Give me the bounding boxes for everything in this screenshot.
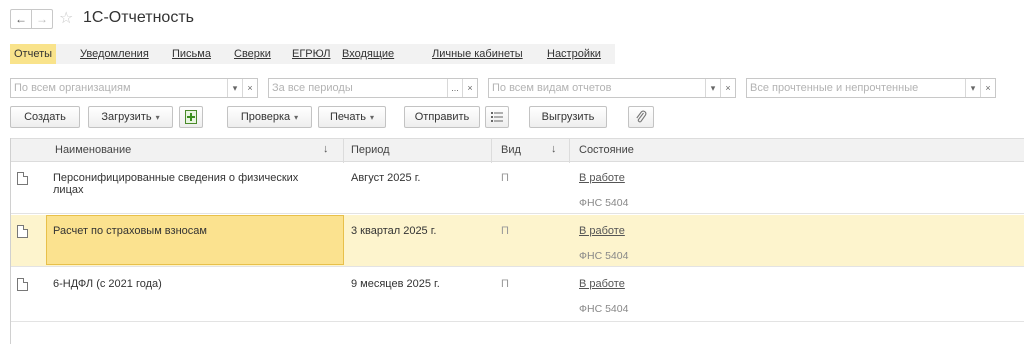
period-filter-placeholder: За все периоды [272,82,353,94]
selected-cell-highlight [46,215,344,265]
organization-clear-icon[interactable]: × [242,79,257,97]
read-state-dropdown-icon[interactable]: ▾ [965,79,980,97]
table-row-selected[interactable]: Расчет по страховым взносам 3 квартал 20… [11,215,1024,267]
organization-filter[interactable]: По всем организациям ▾ × [10,78,258,98]
back-button[interactable]: ← [10,9,32,29]
report-recipient: ФНС 5404 [579,303,629,315]
period-filter[interactable]: За все периоды ... × [268,78,478,98]
column-header-state[interactable]: Состояние [579,144,634,156]
report-state-link[interactable]: В работе [579,225,625,237]
print-button-label: Печать [329,111,367,123]
report-name-line2: лицах [53,184,84,196]
tab-personal-accounts[interactable]: Личные кабинеты [432,44,523,64]
create-button[interactable]: Создать [10,106,80,128]
column-header-kind[interactable]: Вид [501,144,521,156]
title-bar: ← → ☆ 1С-Отчетность [0,0,1024,36]
report-type-filter-placeholder: По всем видам отчетов [492,82,612,94]
page-title: 1С-Отчетность [83,9,194,26]
attach-button[interactable] [628,106,654,128]
read-state-clear-icon[interactable]: × [980,79,995,97]
tab-letters[interactable]: Письма [172,44,211,64]
list-settings-button[interactable] [485,106,509,128]
report-name-line1: Расчет по страховым взносам [53,225,207,237]
table-row[interactable]: 6-НДФЛ (с 2021 года) 9 месяцев 2025 г. П… [11,268,1024,322]
document-icon [17,278,28,291]
add-document-icon [185,110,197,124]
report-kind: П [501,225,509,237]
report-period: Август 2025 г. [351,172,421,184]
read-state-filter[interactable]: Все прочтенные и непрочтенные ▾ × [746,78,996,98]
report-state-link[interactable]: В работе [579,172,625,184]
check-button[interactable]: Проверка ▾ [227,106,312,128]
table-row[interactable]: Персонифицированные сведения о физически… [11,162,1024,214]
tab-settings[interactable]: Настройки [547,44,601,64]
report-recipient: ФНС 5404 [579,197,629,209]
section-tabs: Отчеты Уведомления Письма Сверки ЕГРЮЛ В… [10,44,615,64]
column-header-name[interactable]: Наименование [55,144,131,156]
chevron-down-icon: ▾ [155,113,160,122]
tab-notifications[interactable]: Уведомления [80,44,149,64]
report-period: 9 месяцев 2025 г. [351,278,440,290]
tab-incoming[interactable]: Входящие [342,44,394,64]
period-choose-icon[interactable]: ... [447,79,462,97]
load-button-label: Загрузить [101,111,152,123]
check-button-label: Проверка [240,111,291,123]
report-kind: П [501,278,509,290]
reports-table: Наименование ↓ Период Вид ↓ Состояние Пе… [10,138,1024,344]
report-state-link[interactable]: В работе [579,278,625,290]
tab-reports[interactable]: Отчеты [10,44,57,64]
forward-button[interactable]: → [31,9,53,29]
report-type-dropdown-icon[interactable]: ▾ [705,79,720,97]
report-type-filter[interactable]: По всем видам отчетов ▾ × [488,78,736,98]
report-type-clear-icon[interactable]: × [720,79,735,97]
report-name: Персонифицированные сведения о физически… [53,172,323,196]
chevron-down-icon: ▾ [294,113,299,122]
export-button-label: Выгрузить [541,111,595,123]
report-recipient: ФНС 5404 [579,250,629,262]
create-button-label: Создать [24,111,66,123]
favorite-star-icon[interactable]: ☆ [59,8,73,28]
print-button[interactable]: Печать ▾ [318,106,386,128]
report-name-line1: Персонифицированные сведения о физически… [53,172,299,184]
add-from-file-button[interactable] [179,106,203,128]
report-name-line1: 6-НДФЛ (с 2021 года) [53,278,162,290]
table-header: Наименование ↓ Период Вид ↓ Состояние [11,138,1024,163]
organization-dropdown-icon[interactable]: ▾ [227,79,242,97]
sort-arrow-icon[interactable]: ↓ [551,143,557,155]
report-period: 3 квартал 2025 г. [351,225,437,237]
list-icon [491,112,503,122]
export-button[interactable]: Выгрузить [529,106,607,128]
send-button[interactable]: Отправить [404,106,480,128]
sort-arrow-icon[interactable]: ↓ [323,143,329,155]
document-icon [17,172,28,185]
organization-filter-placeholder: По всем организациям [14,82,131,94]
tab-egrul[interactable]: ЕГРЮЛ [292,44,330,64]
column-header-period[interactable]: Период [351,144,390,156]
send-button-label: Отправить [414,111,470,123]
document-icon [17,225,28,238]
tab-reconciliations[interactable]: Сверки [234,44,271,64]
read-state-filter-placeholder: Все прочтенные и непрочтенные [750,82,919,94]
report-kind: П [501,172,509,184]
period-clear-icon[interactable]: × [462,79,477,97]
load-button[interactable]: Загрузить ▾ [88,106,173,128]
chevron-down-icon: ▾ [370,113,375,122]
report-name: Расчет по страховым взносам [53,225,323,237]
report-name: 6-НДФЛ (с 2021 года) [53,278,323,290]
paperclip-icon [636,110,647,123]
